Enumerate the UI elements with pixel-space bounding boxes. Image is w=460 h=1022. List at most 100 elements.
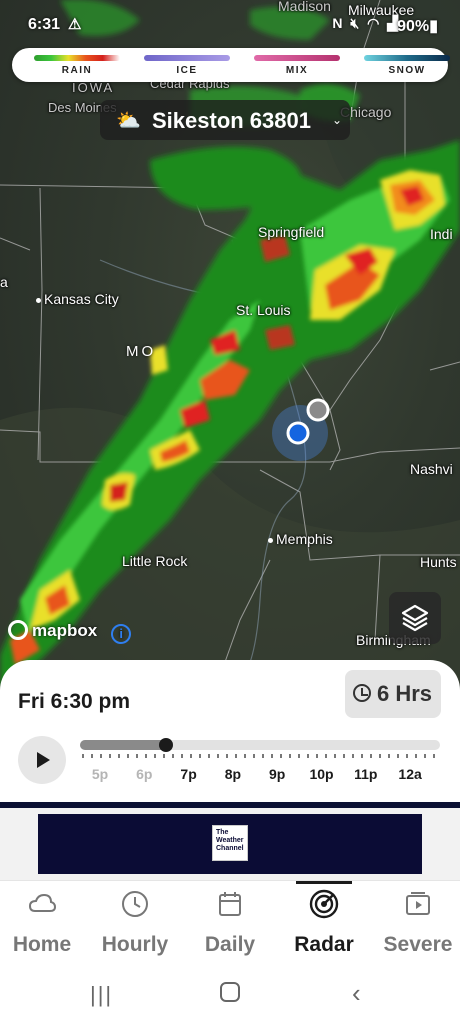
state-missouri: MO — [126, 343, 157, 360]
timeline-hour-label[interactable]: 5p — [85, 766, 115, 782]
nfc-icon: N — [332, 15, 345, 31]
timeline-tick — [388, 754, 390, 758]
timeline-tick — [109, 754, 111, 758]
city-memphis: Memphis — [268, 531, 333, 547]
timeline-hour-label[interactable]: 12a — [395, 766, 425, 782]
play-icon — [37, 752, 50, 768]
timeline-tick — [100, 754, 102, 758]
timeline-tick — [280, 754, 282, 758]
timeline-tick — [298, 754, 300, 758]
time-range-label: 6 Hrs — [377, 681, 433, 706]
timeline-tick — [406, 754, 408, 758]
time-range-button[interactable]: 6 Hrs — [345, 670, 441, 718]
timeline-tick — [397, 754, 399, 758]
status-time: 6:31 — [28, 16, 61, 33]
city-kansas-city: Kansas City — [36, 291, 119, 307]
timeline-hour-label[interactable]: 11p — [351, 766, 381, 782]
timeline-tick — [82, 754, 84, 758]
timeline-tick — [136, 754, 138, 758]
battery-icon: ▮ — [429, 18, 438, 35]
timeline-tick — [307, 754, 309, 758]
timeline-tick — [343, 754, 345, 758]
city-huntsville: Hunts — [420, 554, 457, 570]
timeline-hour-label[interactable]: 10p — [307, 766, 337, 782]
nav-radar[interactable]: Radar — [278, 889, 370, 957]
timeline-tick — [235, 754, 237, 758]
warning-icon: ⚠ — [68, 16, 82, 33]
timeline-tick — [190, 754, 192, 758]
timeline-tick — [181, 754, 183, 758]
recents-icon[interactable]: ||| — [90, 982, 113, 1008]
timeline-tick — [226, 754, 228, 758]
nav-home[interactable]: Home — [0, 889, 88, 957]
mapbox-attribution[interactable]: mapbox i — [8, 620, 132, 644]
map-layers-button[interactable] — [389, 592, 441, 644]
timeline-tick — [163, 754, 165, 758]
timeline-tick — [325, 754, 327, 758]
nav-daily[interactable]: Daily — [184, 889, 276, 957]
system-navigation-bar: ||| ‹ — [0, 972, 460, 1022]
timeline-slider[interactable] — [80, 738, 440, 752]
chevron-down-icon: ⌄ — [331, 113, 342, 127]
active-tab-indicator — [296, 881, 352, 884]
mute-icon: 🔇︎ — [350, 15, 362, 31]
timeline-tick — [217, 754, 219, 758]
timeline-tick — [271, 754, 273, 758]
timeline-tick — [379, 754, 381, 758]
city-edge-label: a — [0, 274, 8, 290]
city-springfield: Springfield — [258, 224, 325, 240]
timeline-tick — [289, 754, 291, 758]
location-name: Sikeston 63801 — [152, 108, 311, 133]
timeline-tick — [244, 754, 246, 758]
timeline-hour-label[interactable]: 9p — [262, 766, 292, 782]
play-button[interactable] — [18, 736, 66, 784]
timeline-tick — [352, 754, 354, 758]
timeline-tick — [316, 754, 318, 758]
city-st-louis: St. Louis — [236, 302, 291, 318]
battery-indicator: 90%▮ — [397, 18, 438, 35]
nav-home-label: Home — [12, 933, 72, 956]
location-selector[interactable]: ⛅ Sikeston 63801 ⌄ — [100, 100, 350, 140]
ad-banner-area: The Weather Channel — [0, 808, 460, 882]
precip-legend: RAIN ICE MIX SNOW — [12, 48, 450, 82]
radar-icon — [309, 889, 339, 919]
status-bar: 6:31 ⚠ N 🔇︎ ◠ ▟ 90%▮ — [0, 0, 460, 40]
nav-hourly-label: Hourly — [101, 933, 169, 956]
timeline-tick — [91, 754, 93, 758]
radar-map[interactable]: Madison Milwaukee IOWA Cedar Rapids Des … — [0, 0, 460, 690]
nav-severe-label: Severe — [383, 933, 453, 956]
partly-cloudy-icon: ⛅ — [116, 110, 141, 132]
legend-rain-bar — [34, 55, 120, 61]
timeline-tick — [433, 754, 435, 758]
video-icon — [406, 892, 430, 915]
timeline-hour-label[interactable]: 8p — [218, 766, 248, 782]
timeline-handle[interactable] — [159, 738, 174, 752]
timeline-tick — [172, 754, 174, 758]
timeline-tick — [424, 754, 426, 758]
weather-channel-logo[interactable]: The Weather Channel — [212, 825, 248, 861]
timeline-tick — [127, 754, 129, 758]
info-icon[interactable]: i — [111, 624, 132, 644]
timeline-hour-label[interactable]: 7p — [174, 766, 204, 782]
city-indianapolis: Indi — [430, 226, 453, 242]
clock-icon — [122, 891, 148, 917]
timeline-tick — [262, 754, 264, 758]
home-circle-icon[interactable] — [220, 982, 240, 1002]
nav-daily-label: Daily — [204, 933, 256, 956]
bottom-navigation: Home Hourly Daily Radar Severe — [0, 880, 460, 972]
nav-hourly[interactable]: Hourly — [89, 889, 181, 957]
legend-snow-label: SNOW — [388, 65, 426, 76]
timeline-tick — [199, 754, 201, 758]
back-icon[interactable]: ‹ — [352, 978, 361, 1009]
timeline-hour-label[interactable]: 6p — [129, 766, 159, 782]
status-icons: N 🔇︎ ◠ ▟ — [332, 15, 400, 32]
timeline-datetime: Fri 6:30 pm — [18, 690, 131, 713]
timeline-tick — [370, 754, 372, 758]
mapbox-label: mapbox — [32, 621, 98, 640]
nav-severe[interactable]: Severe — [372, 889, 460, 957]
timeline-ticks — [80, 754, 440, 760]
city-little-rock: Little Rock — [122, 553, 188, 569]
timeline-tick — [361, 754, 363, 758]
timeline-tick — [154, 754, 156, 758]
legend-mix-label: MIX — [285, 65, 309, 76]
